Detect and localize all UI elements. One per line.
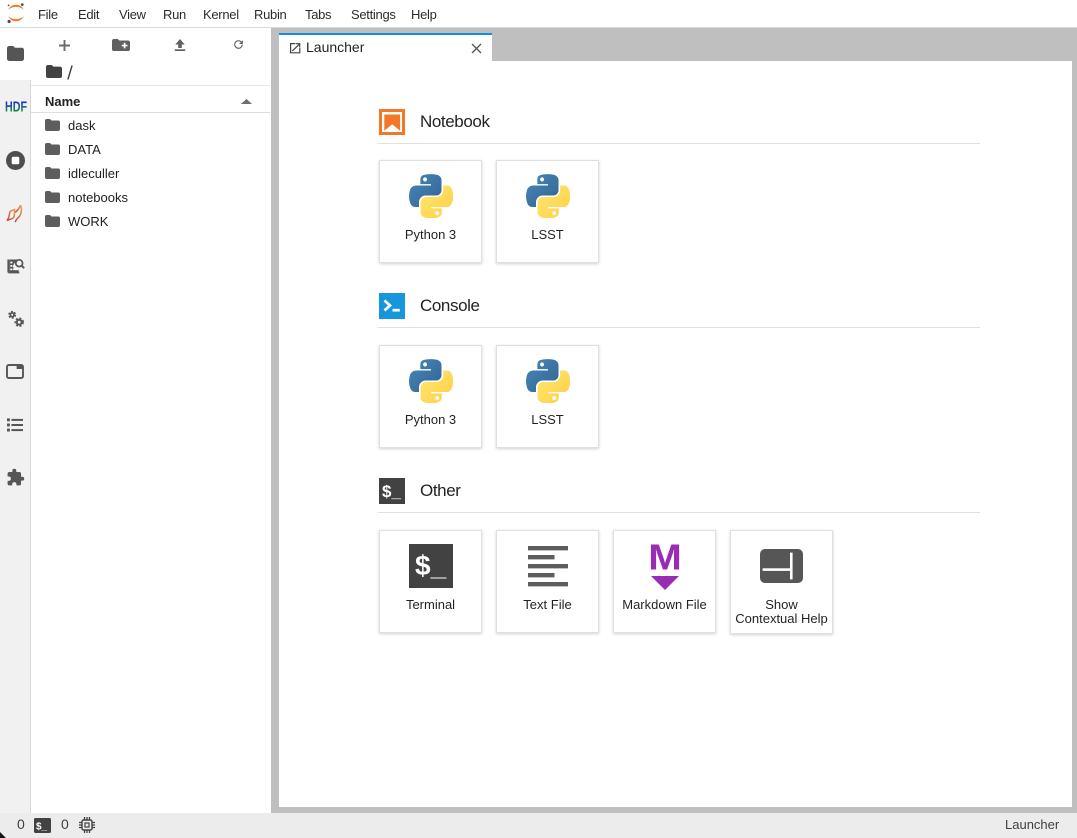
svg-text:HDF: HDF xyxy=(5,99,27,113)
svg-text:M: M xyxy=(648,543,682,578)
svg-text:$_: $_ xyxy=(415,550,447,581)
svg-text:$_: $_ xyxy=(36,822,48,833)
svg-text:$_: $_ xyxy=(382,482,401,501)
